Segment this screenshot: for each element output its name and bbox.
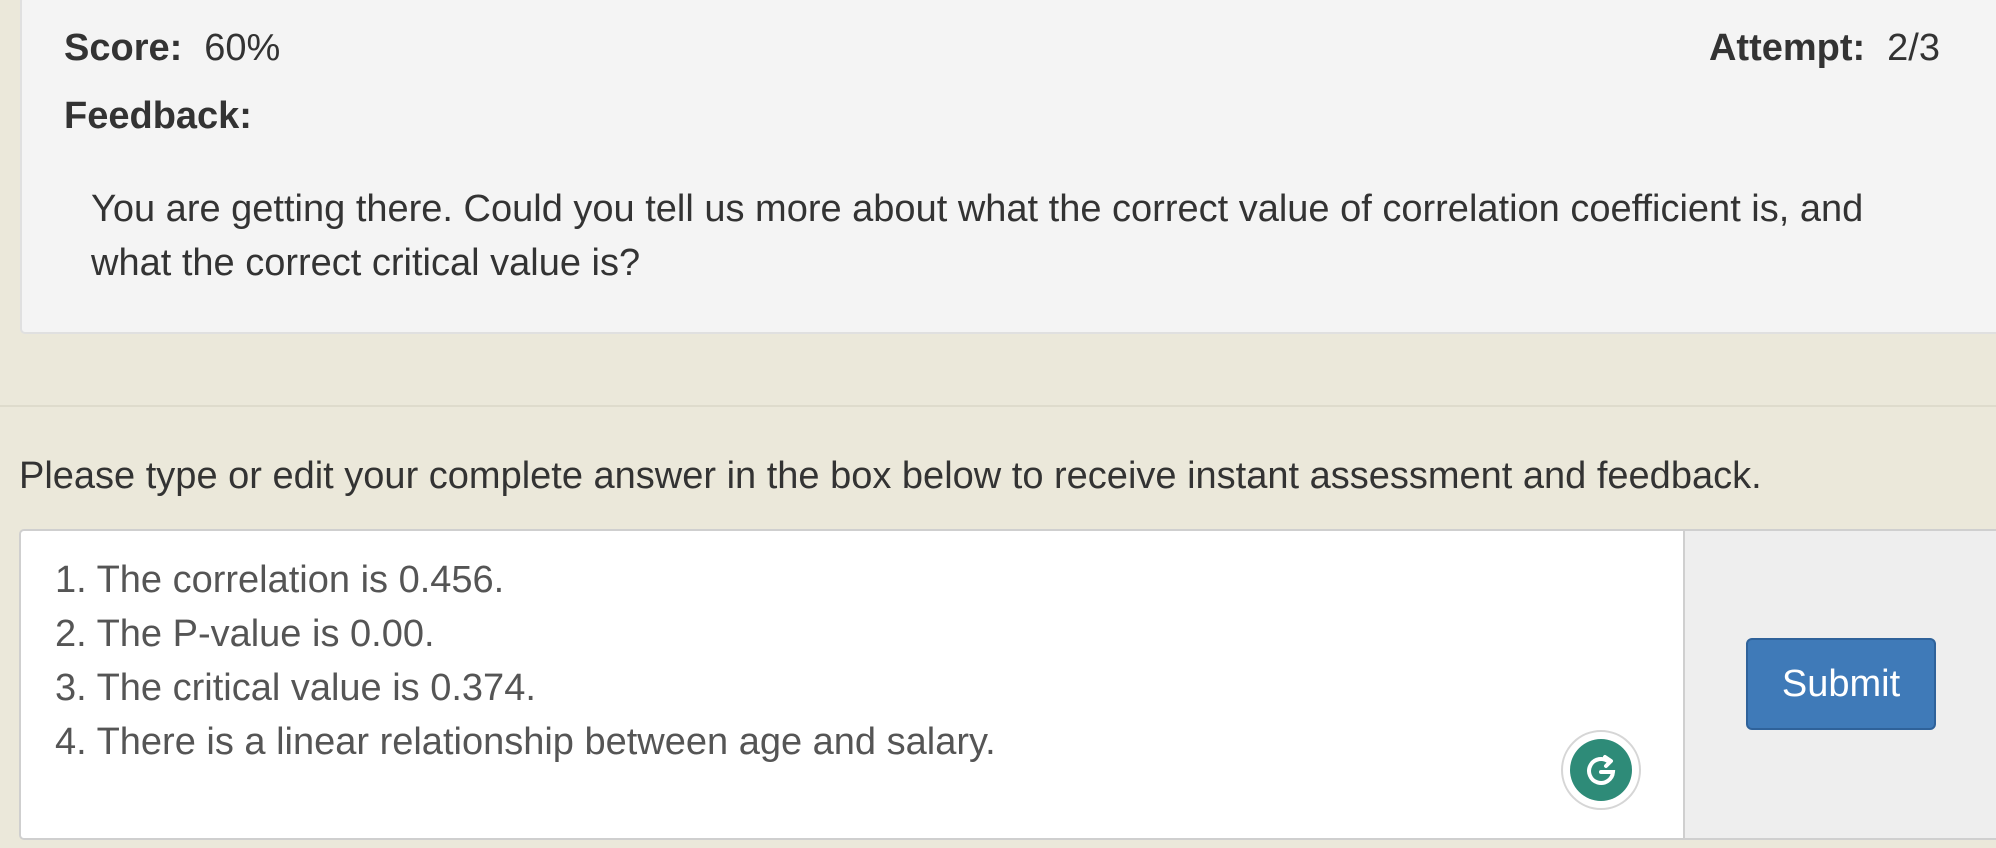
feedback-label: Feedback:	[64, 95, 252, 137]
answer-line: 1. The correlation is 0.456.	[55, 559, 505, 601]
instructions-text: Please type or edit your complete answer…	[19, 455, 1762, 497]
attempt-value: 2/3	[1887, 27, 1940, 69]
score-row: Score: 60%	[64, 20, 280, 76]
answer-line: 4. There is a linear relationship betwee…	[55, 721, 996, 763]
grammarly-g-icon	[1570, 739, 1632, 801]
attempt-row: Attempt: 2/3	[1709, 20, 1940, 76]
grammarly-icon[interactable]	[1561, 730, 1641, 810]
feedback-panel: Score: 60% Attempt: 2/3 Feedback: You are …	[20, 0, 1996, 334]
answer-line: 3. The critical value is 0.374.	[55, 667, 536, 709]
submit-button[interactable]: Submit	[1746, 638, 1936, 730]
answer-line: 2. The P-value is 0.00.	[55, 613, 435, 655]
section-divider	[0, 405, 1996, 407]
answer-input-group: 1. The correlation is 0.456. 2. The P-va…	[19, 529, 1996, 840]
score-label: Score:	[64, 27, 183, 69]
attempt-label: Attempt:	[1708, 27, 1866, 69]
grammarly-g-glyph	[1587, 755, 1616, 785]
score-value: 60%	[204, 27, 281, 69]
answer-textarea[interactable]: 1. The correlation is 0.456. 2. The P-va…	[21, 531, 1685, 838]
feedback-text: You are getting there. Could you tell us…	[91, 188, 1864, 284]
